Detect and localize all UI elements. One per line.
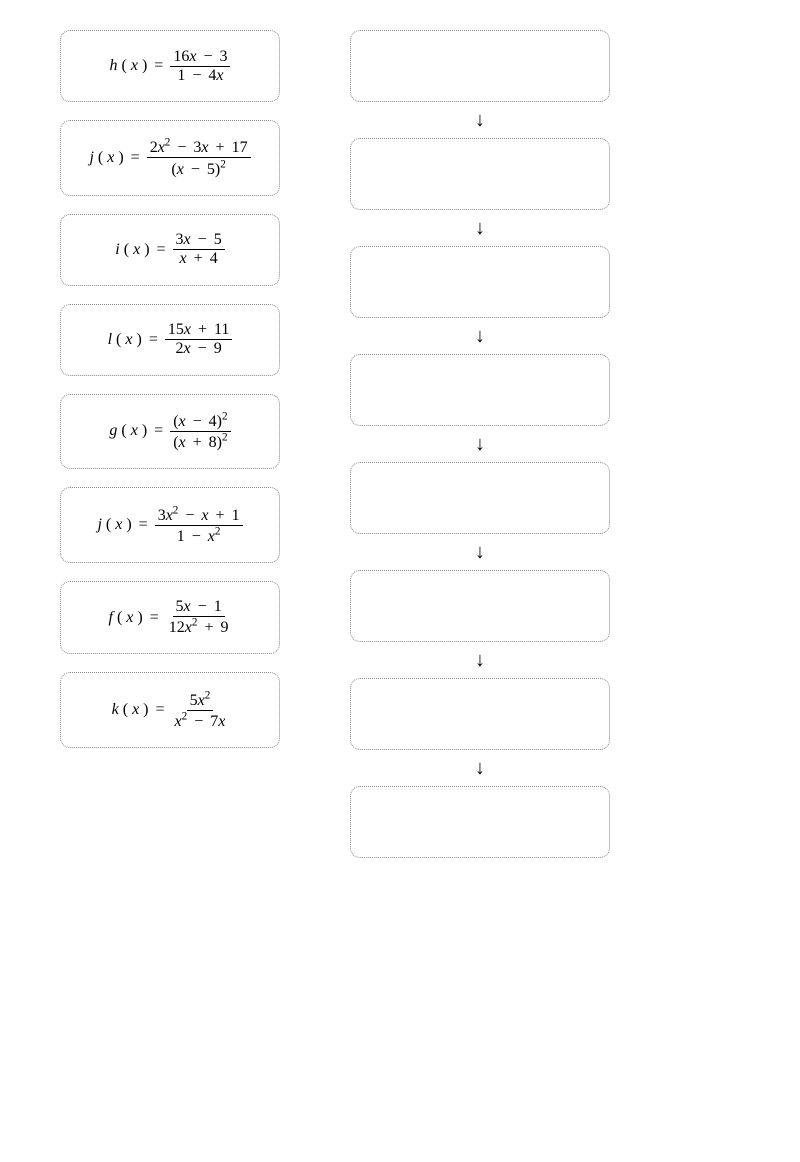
variable-x: x [133,241,140,259]
source-card-column: h(x)=16x − 31 − 4x j(x)=2x2 − 3x + 17(x −… [60,30,280,748]
numerator: 5x2 [187,689,214,710]
fraction: 2x2 − 3x + 17(x − 5)2 [147,137,251,179]
numerator: 3x2 − x + 1 [155,504,243,525]
function-name: h [110,57,118,75]
numerator: 16x − 3 [170,48,230,67]
variable-x: x [131,57,138,75]
equals-sign: = [128,149,143,167]
equals-sign: = [154,241,169,259]
source-card-g-4[interactable]: g(x)=(x − 4)2(x + 8)2 [60,394,280,470]
drop-slot-column: ↓ ↓ ↓ ↓ ↓ ↓ ↓ [350,30,610,858]
numerator: 2x2 − 3x + 17 [147,137,251,158]
denominator: 1 − x2 [174,526,224,546]
drop-slot-7[interactable] [350,786,610,858]
function-name: l [108,331,112,349]
equation: j(x)=2x2 − 3x + 17(x − 5)2 [89,137,250,179]
equation: h(x)=16x − 31 − 4x [110,48,231,85]
denominator: (x + 8)2 [170,432,230,452]
arrow-down-icon: ↓ [475,758,485,778]
variable-x: x [126,609,133,627]
denominator: x + 4 [177,250,221,268]
variable-x: x [125,331,132,349]
fraction: 3x − 5x + 4 [173,231,225,268]
equals-sign: = [153,701,168,719]
fraction: 16x − 31 − 4x [170,48,230,85]
source-card-j-1[interactable]: j(x)=2x2 − 3x + 17(x − 5)2 [60,120,280,196]
function-name: g [109,422,117,440]
arrow-down-icon: ↓ [475,110,485,130]
fraction: 5x2x2 − 7x [172,689,229,731]
equals-sign: = [136,516,151,534]
drop-slot-2[interactable] [350,246,610,318]
source-card-k-7[interactable]: k(x)=5x2x2 − 7x [60,672,280,748]
function-name: j [89,149,93,167]
source-card-h-0[interactable]: h(x)=16x − 31 − 4x [60,30,280,102]
equals-sign: = [147,609,162,627]
numerator: 3x − 5 [173,231,225,250]
fraction: (x − 4)2(x + 8)2 [170,411,230,453]
source-card-j-5[interactable]: j(x)=3x2 − x + 11 − x2 [60,487,280,563]
source-card-i-2[interactable]: i(x)=3x − 5x + 4 [60,214,280,286]
denominator: 1 − 4x [174,67,226,85]
function-name: i [115,241,119,259]
function-name: f [109,609,113,627]
variable-x: x [115,516,122,534]
equation: f(x)=5x − 112x2 + 9 [109,598,232,637]
drop-slot-6[interactable] [350,678,610,750]
arrow-down-icon: ↓ [475,650,485,670]
denominator: 12x2 + 9 [166,617,232,637]
equals-sign: = [151,422,166,440]
function-name: j [97,516,101,534]
denominator: x2 − 7x [172,711,229,731]
numerator: 5x − 1 [173,598,225,617]
equals-sign: = [151,57,166,75]
variable-x: x [107,149,114,167]
variable-x: x [131,422,138,440]
arrow-down-icon: ↓ [475,434,485,454]
equation: k(x)=5x2x2 − 7x [112,689,229,731]
variable-x: x [132,701,139,719]
equation: g(x)=(x − 4)2(x + 8)2 [109,411,230,453]
drop-slot-3[interactable] [350,354,610,426]
denominator: (x − 5)2 [168,158,228,178]
drop-slot-0[interactable] [350,30,610,102]
drop-slot-5[interactable] [350,570,610,642]
function-name: k [112,701,119,719]
drop-slot-4[interactable] [350,462,610,534]
fraction: 15x + 112x − 9 [165,321,233,358]
arrow-down-icon: ↓ [475,218,485,238]
equation: i(x)=3x − 5x + 4 [115,231,224,268]
arrow-down-icon: ↓ [475,326,485,346]
numerator: 15x + 11 [165,321,233,340]
fraction: 5x − 112x2 + 9 [166,598,232,637]
equation: j(x)=3x2 − x + 11 − x2 [97,504,242,546]
denominator: 2x − 9 [173,340,225,358]
source-card-l-3[interactable]: l(x)=15x + 112x − 9 [60,304,280,376]
equals-sign: = [146,331,161,349]
arrow-down-icon: ↓ [475,542,485,562]
numerator: (x − 4)2 [170,411,230,432]
equation: l(x)=15x + 112x − 9 [108,321,233,358]
drop-slot-1[interactable] [350,138,610,210]
fraction: 3x2 − x + 11 − x2 [155,504,243,546]
source-card-f-6[interactable]: f(x)=5x − 112x2 + 9 [60,581,280,654]
